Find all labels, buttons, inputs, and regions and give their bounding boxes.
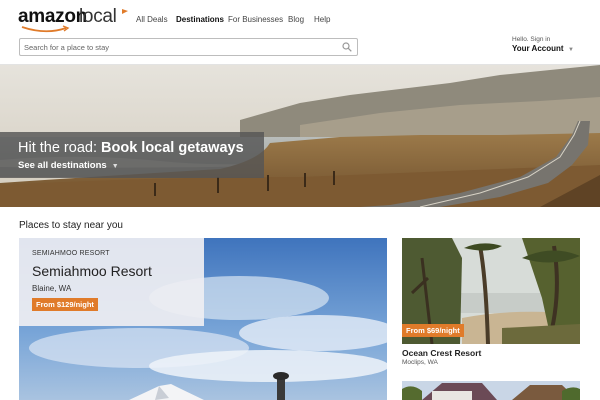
chevron-down-icon: ▼ [111,163,119,170]
chevron-down-icon: ▼ [568,47,574,53]
sign-in-greeting: Hello. Sign in [512,36,551,43]
featured-location: Blaine, WA [32,284,72,293]
featured-deal-card[interactable]: SEMIAHMOO RESORT Semiahmoo Resort Blaine… [19,238,387,400]
deal-card-location: Moclips, WA [402,359,438,366]
search-icon[interactable] [342,42,352,52]
deal-card[interactable]: From $69/night Ocean Crest Resort Moclip… [402,238,580,368]
hero-title-lead: Hit the road: [18,140,102,156]
price-badge: From $69/night [402,324,464,337]
smile-arrow-icon [21,25,70,33]
section-title: Places to stay near you [19,220,123,231]
cottage-photo [402,381,580,400]
see-all-destinations-label: See all destinations [18,160,107,171]
account-menu[interactable]: Hello. Sign in Your Account ▼ [512,36,582,58]
deal-card-title: Ocean Crest Resort [402,348,482,358]
nav-for-businesses[interactable]: For Businesses [228,15,283,24]
featured-title: Semiahmoo Resort [32,263,152,279]
price-badge: From $129/night [32,298,98,311]
featured-info-panel: SEMIAHMOO RESORT Semiahmoo Resort Blaine… [19,238,204,326]
nav-all-deals[interactable]: All Deals [136,15,168,24]
nav-blog[interactable]: Blog [288,15,304,24]
account-label: Your Account [512,44,564,53]
search-input[interactable] [24,41,334,53]
see-all-destinations-link[interactable]: See all destinations ▼ [18,160,119,171]
featured-kicker: SEMIAHMOO RESORT [32,250,110,257]
hero-title: Hit the road: Book local getaways [18,140,244,156]
nav-destinations[interactable]: Destinations [176,15,224,24]
search-box [19,38,358,56]
deal-card[interactable] [402,381,580,400]
amazon-local-logo[interactable]: amazon local [18,6,128,33]
flag-icon [122,9,128,14]
hero-banner: Hit the road: Book local getaways See al… [0,65,600,207]
nav-help[interactable]: Help [314,15,330,24]
hero-title-bold: Book local getaways [101,140,244,156]
hero-caption: Hit the road: Book local getaways See al… [0,132,264,178]
logo-word-local: local [79,6,117,27]
site-header: amazon local All Deals Destinations For … [0,0,600,65]
